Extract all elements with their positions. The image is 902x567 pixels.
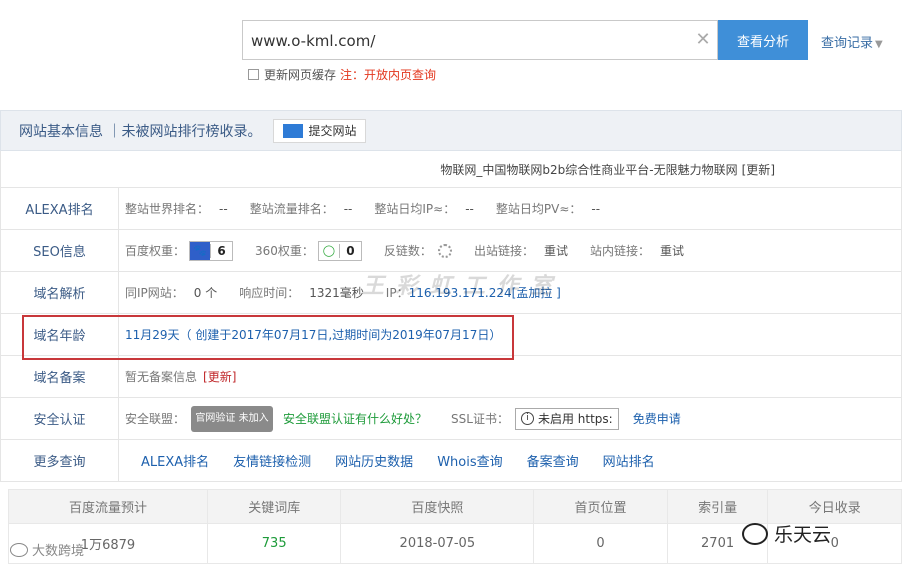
baidu-weight-key: 百度权重： <box>125 244 186 258</box>
stats-header: 索引量 <box>666 489 769 524</box>
icp-value: 暂无备案信息 <box>125 370 198 384</box>
loading-spinner-icon <box>437 243 452 258</box>
alliance-benefit-link[interactable]: 安全联盟认证有什么好处？ <box>283 410 427 427</box>
note-text: 开放内页查询 <box>364 68 437 82</box>
site-title: 物联网_中国物联网b2b综合性商业平台-无限魅力物联网 <box>440 162 738 177</box>
ring-icon: ◯ <box>322 244 336 257</box>
ssl-status-button[interactable]: i 未启用 https: <box>514 407 619 430</box>
watermark-brand-2: 大数跨境 <box>10 540 84 559</box>
more-query-label: 更多查询 <box>1 440 119 481</box>
stats-header: 今日收录 <box>767 489 902 524</box>
more-link-rank[interactable]: 网站排名 <box>603 451 655 470</box>
daily-ip-value: -- <box>465 201 474 216</box>
chevron-down-icon: ▼ <box>875 39 883 50</box>
paw-icon: 🐾 <box>190 241 211 260</box>
submit-label: 提交网站 <box>308 124 357 138</box>
dns-label: 域名解析 <box>1 272 119 313</box>
domain-age-value: 11月29天（ 创建于2017年07月17日,过期时间为2019年07月17日） <box>125 328 502 342</box>
stats-cell: 2018-07-05 <box>340 523 535 564</box>
stats-cell[interactable]: 735 <box>206 523 342 564</box>
cache-checkbox[interactable] <box>248 69 259 80</box>
same-ip-value[interactable]: 0 个 <box>194 284 217 301</box>
chart-icon <box>283 123 304 138</box>
info-icon: i <box>520 412 534 425</box>
alexa-row: ALEXA排名 整站世界排名： -- 整站流量排名： -- 整站日均IP≈： -- 整… <box>0 188 902 230</box>
inlinks-key: 站内链接： <box>589 244 650 258</box>
seo-row: SEO信息 百度权重： 🐾 6 360权重： ◯ 0 反链数： 出站链接： 重试 站内… <box>0 230 902 272</box>
baidu-weight-badge[interactable]: 🐾 6 <box>189 240 234 261</box>
backlinks-key: 反链数： <box>383 244 432 258</box>
domain-age-row: 域名年龄 11月29天（ 创建于2017年07月17日,过期时间为2019年07… <box>0 314 902 356</box>
traffic-rank-value: -- <box>343 201 353 216</box>
response-time-key: 响应时间： <box>239 286 300 300</box>
site-title-row: 物联网_中国物联网b2b综合性商业平台-无限魅力物联网 [更新] <box>0 151 902 188</box>
outlinks-key: 出站链接： <box>473 244 534 258</box>
alliance-key: 安全联盟： <box>125 412 186 426</box>
icp-label: 域名备案 <box>1 356 119 397</box>
seo-label: SEO信息 <box>1 230 119 271</box>
stats-header: 关键词库 <box>206 489 342 524</box>
history-label: 查询记录 <box>821 36 874 51</box>
360-weight-badge[interactable]: ◯ 0 <box>317 240 362 261</box>
outlinks-retry-link[interactable]: 重试 <box>544 242 568 259</box>
daily-ip-key: 整站日均IP≈： <box>374 202 456 216</box>
response-time-value: 1321毫秒 <box>309 286 364 300</box>
360-weight-value: 0 <box>338 243 361 258</box>
more-link-history[interactable]: 网站历史数据 <box>335 451 413 470</box>
same-ip-key: 同IP网站： <box>125 286 184 300</box>
wechat-logo-icon <box>742 522 768 545</box>
site-refresh-link[interactable]: [更新] <box>742 161 775 178</box>
security-label: 安全认证 <box>1 398 119 439</box>
submit-site-button[interactable]: 提交网站 <box>273 118 367 143</box>
more-link-icp[interactable]: 备案查询 <box>527 451 579 470</box>
watermark-studio: 王 彩 虹 工 作 室 <box>362 274 555 299</box>
daily-pv-key: 整站日均PV≈： <box>495 202 582 216</box>
panel-title: 网站基本信息 ｜未被网站排行榜收录。 <box>19 123 262 140</box>
icp-refresh-link[interactable]: [更新] <box>203 368 236 385</box>
world-rank-key: 整站世界排名： <box>125 202 210 216</box>
analyze-button[interactable]: 查看分析 <box>718 20 808 60</box>
ssl-status-text: 未启用 https: <box>537 412 613 426</box>
baidu-weight-value: 6 <box>210 243 232 258</box>
cache-label: 更新网页缓存 <box>264 68 337 82</box>
watermark-brand: 乐天云 <box>742 520 831 547</box>
security-row: 安全认证 安全联盟： 官网验证 未加入 安全联盟认证有什么好处？ SSL证书： … <box>0 398 902 440</box>
icp-row: 域名备案 暂无备案信息 [更新] <box>0 356 902 398</box>
url-input[interactable] <box>251 29 671 53</box>
more-link-whois[interactable]: Whois查询 <box>437 451 502 470</box>
more-link-alexa[interactable]: ALEXA排名 <box>141 451 209 470</box>
alliance-seal-badge[interactable]: 官网验证 未加入 <box>191 405 274 432</box>
close-icon[interactable]: ✕ <box>693 29 713 51</box>
url-search-box: ✕ <box>242 20 718 60</box>
stats-header: 百度流量预计 <box>8 489 208 524</box>
watermark-brand-text: 乐天云 <box>774 524 832 546</box>
stats-header-row: 百度流量预计 关键词库 百度快照 首页位置 索引量 今日收录 <box>8 489 902 524</box>
alexa-label: ALEXA排名 <box>1 188 119 229</box>
panel-header: 网站基本信息 ｜未被网站排行榜收录。 提交网站 <box>0 110 902 151</box>
cache-option: 更新网页缓存 注： 开放内页查询 <box>248 66 436 83</box>
domain-age-label: 域名年龄 <box>1 314 119 355</box>
watermark-brand2-text: 大数跨境 <box>32 544 85 559</box>
note-label: 注： <box>340 68 365 82</box>
wechat-logo-icon <box>10 542 28 557</box>
query-history-dropdown[interactable]: 查询记录 ▼ <box>821 32 883 51</box>
traffic-rank-key: 整站流量排名： <box>249 202 334 216</box>
more-link-friendlinks[interactable]: 友情链接检测 <box>233 451 311 470</box>
more-query-row: 更多查询 ALEXA排名 友情链接检测 网站历史数据 Whois查询 备案查询 … <box>0 440 902 482</box>
stats-header: 百度快照 <box>340 489 535 524</box>
ssl-apply-link[interactable]: 免费申请 <box>633 410 681 427</box>
stats-header: 首页位置 <box>533 489 668 524</box>
world-rank-value: -- <box>219 201 228 216</box>
daily-pv-value: -- <box>591 201 601 216</box>
inlinks-retry-link[interactable]: 重试 <box>660 242 684 259</box>
stats-cell: 0 <box>533 523 668 564</box>
360-weight-key: 360权重： <box>255 244 314 258</box>
ssl-key: SSL证书： <box>451 412 509 426</box>
